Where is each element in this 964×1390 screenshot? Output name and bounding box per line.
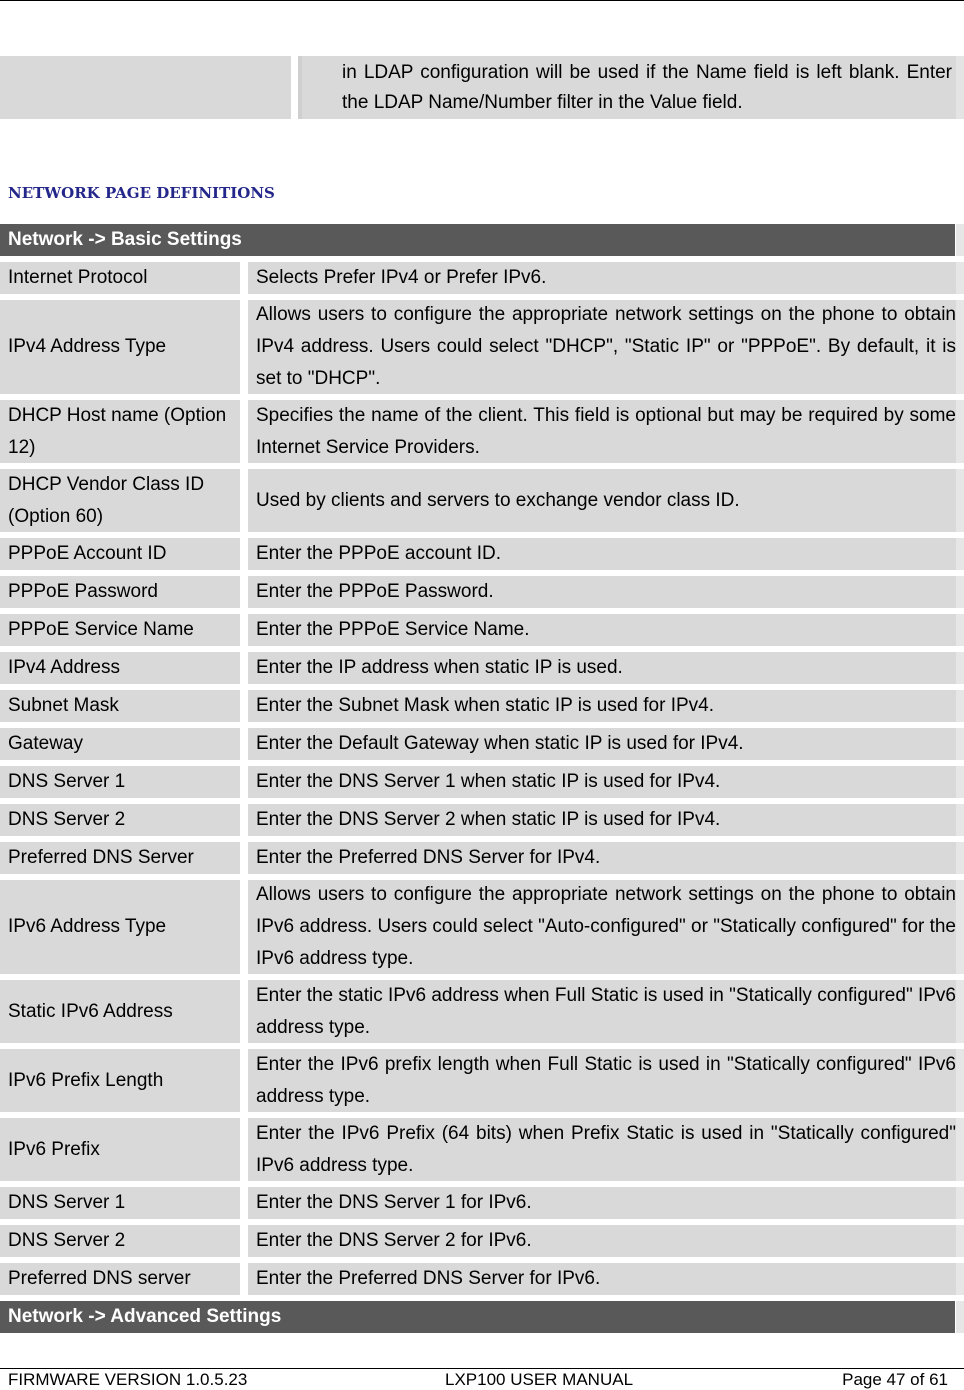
table-row: DNS Server 1 Enter the DNS Server 1 for … [0,1187,964,1219]
setting-name: PPPoE Password [0,576,240,608]
setting-name: Preferred DNS server [0,1263,240,1295]
network-definitions-table: Network -> Basic Settings Internet Proto… [0,224,964,1333]
top-rule [0,0,964,1]
table-edge [956,1118,964,1181]
table-row: DNS Server 2 Enter the DNS Server 2 for … [0,1225,964,1257]
table-row: Preferred DNS server Enter the Preferred… [0,1263,964,1295]
table-row: IPv6 Address Type Allows users to config… [0,880,964,974]
table-row: IPv6 Prefix Length Enter the IPv6 prefix… [0,1049,964,1112]
table-row: PPPoE Account ID Enter the PPPoE account… [0,538,964,570]
section-heading: NETWORK PAGE DEFINITIONS [8,184,275,202]
setting-desc: Enter the Preferred DNS Server for IPv6. [248,1263,956,1295]
continuation-name-cell [0,56,291,119]
setting-name: IPv6 Address Type [0,880,240,974]
table-edge [956,766,964,798]
setting-desc: Specifies the name of the client. This f… [248,400,956,463]
basic-settings-header: Network -> Basic Settings [0,224,964,256]
setting-name: DHCP Vendor Class ID (Option 60) [0,469,240,532]
table-row: DHCP Vendor Class ID (Option 60) Used by… [0,469,964,532]
setting-desc: Allows users to configure the appropriat… [248,300,956,394]
setting-desc: Enter the DNS Server 1 when static IP is… [248,766,956,798]
table-edge [956,690,964,722]
setting-name: PPPoE Service Name [0,614,240,646]
setting-desc: Enter the DNS Server 2 for IPv6. [248,1225,956,1257]
setting-desc: Used by clients and servers to exchange … [248,469,956,532]
setting-desc: Enter the IPv6 prefix length when Full S… [248,1049,956,1112]
table-edge [956,576,964,608]
continuation-desc-cell: in LDAP configuration will be used if th… [298,56,956,119]
table-row: PPPoE Service Name Enter the PPPoE Servi… [0,614,964,646]
setting-desc: Enter the IP address when static IP is u… [248,652,956,684]
table-edge [956,980,964,1043]
setting-name: Subnet Mask [0,690,240,722]
table-edge [956,1049,964,1112]
table-edge [956,262,964,294]
setting-name: DNS Server 2 [0,804,240,836]
table-edge [956,842,964,874]
setting-desc: Enter the Default Gateway when static IP… [248,728,956,760]
setting-desc: Enter the PPPoE account ID. [248,538,956,570]
table-row: IPv4 Address Type Allows users to config… [0,300,964,394]
table-row: DNS Server 2 Enter the DNS Server 2 when… [0,804,964,836]
setting-name: IPv4 Address Type [0,300,240,394]
setting-name: Static IPv6 Address [0,980,240,1043]
setting-desc: Allows users to configure the appropriat… [248,880,956,974]
footer-manual-title: LXP100 USER MANUAL [445,1370,634,1389]
table-row: Internet Protocol Selects Prefer IPv4 or… [0,262,964,294]
setting-desc: Enter the PPPoE Password. [248,576,956,608]
setting-name: Internet Protocol [0,262,240,294]
setting-desc: Enter the IPv6 Prefix (64 bits) when Pre… [248,1118,956,1181]
table-edge [956,1225,964,1257]
setting-name: Gateway [0,728,240,760]
setting-name: IPv4 Address [0,652,240,684]
setting-name: IPv6 Prefix [0,1118,240,1181]
table-edge [956,614,964,646]
setting-name: DNS Server 2 [0,1225,240,1257]
continuation-row: in LDAP configuration will be used if th… [0,56,964,119]
footer-page-number: Page 47 of 61 [842,1370,948,1389]
setting-desc: Enter the static IPv6 address when Full … [248,980,956,1043]
setting-name: DHCP Host name (Option 12) [0,400,240,463]
table-row: Subnet Mask Enter the Subnet Mask when s… [0,690,964,722]
setting-desc: Enter the Subnet Mask when static IP is … [248,690,956,722]
footer-rule [0,1368,964,1369]
table-row: Gateway Enter the Default Gateway when s… [0,728,964,760]
table-edge [956,56,964,119]
table-edge [956,728,964,760]
table-edge [956,880,964,974]
setting-desc: Selects Prefer IPv4 or Prefer IPv6. [248,262,956,294]
advanced-settings-header: Network -> Advanced Settings [0,1301,964,1333]
table-edge [956,469,964,532]
table-row: IPv6 Prefix Enter the IPv6 Prefix (64 bi… [0,1118,964,1181]
table-row: Static IPv6 Address Enter the static IPv… [0,980,964,1043]
setting-name: DNS Server 1 [0,766,240,798]
setting-desc: Enter the DNS Server 2 when static IP is… [248,804,956,836]
setting-desc: Enter the Preferred DNS Server for IPv4. [248,842,956,874]
setting-name: IPv6 Prefix Length [0,1049,240,1112]
table-row: Preferred DNS Server Enter the Preferred… [0,842,964,874]
continuation-text: in LDAP configuration will be used if th… [342,62,952,113]
setting-name: Preferred DNS Server [0,842,240,874]
table-edge [956,1263,964,1295]
footer-firmware-version: FIRMWARE VERSION 1.0.5.23 [8,1370,248,1389]
table-edge [956,652,964,684]
table-edge [956,400,964,463]
table-edge [956,300,964,394]
setting-name: PPPoE Account ID [0,538,240,570]
setting-name: DNS Server 1 [0,1187,240,1219]
table-edge [956,1187,964,1219]
table-row: DHCP Host name (Option 12) Specifies the… [0,400,964,463]
setting-desc: Enter the DNS Server 1 for IPv6. [248,1187,956,1219]
table-edge [956,804,964,836]
table-row: PPPoE Password Enter the PPPoE Password. [0,576,964,608]
setting-desc: Enter the PPPoE Service Name. [248,614,956,646]
table-row: DNS Server 1 Enter the DNS Server 1 when… [0,766,964,798]
table-row: IPv4 Address Enter the IP address when s… [0,652,964,684]
table-edge [956,538,964,570]
